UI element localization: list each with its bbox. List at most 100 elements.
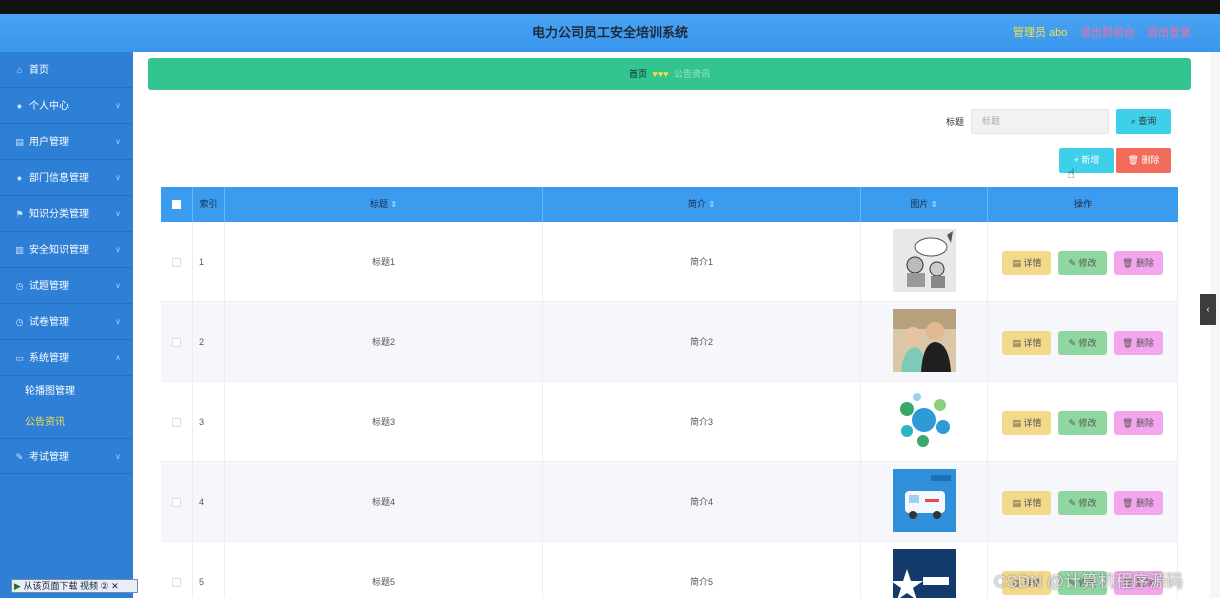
trash-icon: 🗑	[1127, 155, 1139, 165]
edit-button[interactable]: ✎ 修改	[1058, 330, 1107, 355]
delete-button[interactable]: 🗑 删除	[1113, 330, 1163, 355]
delete-button[interactable]: 🗑 删除	[1113, 250, 1163, 275]
edit-label: 修改	[1078, 417, 1097, 428]
system-submenu: 轮播图管理 公告资讯	[0, 376, 133, 438]
table-row: 1 标题1 简介1 ▤ 详情 ✎ 修改 🗑 删除	[161, 222, 1178, 302]
document-icon: ▤	[15, 137, 24, 147]
batch-delete-button[interactable]: 🗑 删除	[1116, 148, 1171, 173]
row-checkbox[interactable]	[172, 578, 181, 588]
detail-button[interactable]: ▤ 详情	[1002, 250, 1052, 275]
column-header-image[interactable]: 图片 ⇕	[861, 187, 988, 222]
edit-button[interactable]: ✎ 修改	[1058, 250, 1107, 275]
edit-label: 修改	[1078, 257, 1097, 268]
sidebar-item-department[interactable]: ● 部门信息管理 ∨	[0, 160, 133, 196]
clock-icon: ◷	[15, 317, 24, 327]
page-scrollbar[interactable]	[1210, 52, 1220, 598]
row-index: 1	[193, 222, 225, 301]
search-title-label: 标题	[946, 117, 965, 127]
sidebar-item-exam[interactable]: ✎ 考试管理 ∨	[0, 438, 133, 474]
video-download-label: 从该页面下载 视频	[23, 581, 98, 591]
delete-button[interactable]: 🗑 删除	[1113, 410, 1163, 435]
sort-icon: ⇕	[708, 200, 716, 209]
sidebar-item-home[interactable]: ⌂ 首页	[0, 52, 133, 88]
sidebar-item-safety-knowledge[interactable]: ▥ 安全知识管理 ∨	[0, 232, 133, 268]
delete-button[interactable]: 🗑 删除	[1113, 490, 1163, 515]
sidebar-item-label: 考试管理	[29, 452, 69, 463]
sidebar-item-label: 知识分类管理	[29, 209, 89, 220]
delete-label: 删除	[1135, 417, 1154, 428]
sidebar-item-label: 首页	[29, 65, 49, 76]
breadcrumb-current: 公告资讯	[674, 69, 711, 79]
column-header-title[interactable]: 标题 ⇕	[225, 187, 543, 222]
delete-label: 删除	[1135, 497, 1154, 508]
row-checkbox-cell	[161, 542, 193, 598]
chevron-down-icon: ∨	[115, 245, 121, 254]
breadcrumb-home[interactable]: 首页	[629, 69, 647, 79]
row-intro: 简介3	[543, 382, 861, 461]
people-photo-image	[893, 309, 956, 372]
table-row: 4 标题4 简介4 ▤ 详情 ✎ 修改 🗑 删除	[161, 462, 1178, 542]
sort-icon: ⇕	[390, 200, 398, 209]
detail-button[interactable]: ▤ 详情	[1002, 410, 1052, 435]
row-title: 标题4	[225, 462, 543, 541]
sidebar-subitem-carousel[interactable]: 轮播图管理	[0, 376, 133, 407]
detail-button[interactable]: ▤ 详情	[1002, 330, 1052, 355]
sidebar-item-knowledge-category[interactable]: ⚑ 知识分类管理 ∨	[0, 196, 133, 232]
query-button[interactable]: ⌕ 查询	[1116, 109, 1171, 134]
chevron-down-icon: ∨	[115, 452, 121, 461]
chevron-left-icon: ‹	[1206, 304, 1210, 314]
sidebar-item-questions[interactable]: ◷ 试题管理 ∨	[0, 268, 133, 304]
edit-button[interactable]: ✎ 修改	[1058, 490, 1107, 515]
detail-button[interactable]: ▤ 详情	[1002, 490, 1052, 515]
news-magazine-logo-image	[893, 549, 956, 598]
table-row: 2 标题2 简介2 ▤ 详情 ✎ 修改 🗑 删除	[161, 302, 1178, 382]
sidebar-item-papers[interactable]: ◷ 试卷管理 ∨	[0, 304, 133, 340]
sidebar-item-label: 个人中心	[29, 101, 69, 112]
sidebar-item-personal-center[interactable]: ● 个人中心 ∨	[0, 88, 133, 124]
row-title: 标题1	[225, 222, 543, 301]
chevron-down-icon: ∨	[115, 173, 121, 182]
row-actions: ▤ 详情 ✎ 修改 🗑 删除	[988, 382, 1178, 461]
row-index: 4	[193, 462, 225, 541]
row-checkbox[interactable]	[172, 338, 181, 348]
video-download-toolbar[interactable]: ▶ 从该页面下载 视频 ② ✕	[11, 579, 138, 593]
sidebar-subitem-announcements[interactable]: 公告资讯	[0, 407, 133, 438]
select-all-checkbox[interactable]	[172, 200, 181, 210]
ambulance-image	[893, 469, 956, 532]
chat-icon: ▭	[15, 353, 24, 363]
back-to-front-link[interactable]: 退出到前台	[1080, 14, 1135, 52]
heart-icon: ♥♥♥	[652, 69, 669, 79]
sidebar-item-system[interactable]: ▭ 系统管理 ∧	[0, 340, 133, 376]
plus-icon: +	[1073, 155, 1079, 165]
window-top-strip	[0, 0, 1220, 14]
column-header-intro[interactable]: 简介 ⇕	[543, 187, 861, 222]
edit-button[interactable]: ✎ 修改	[1058, 410, 1107, 435]
row-checkbox-cell	[161, 462, 193, 541]
logout-link[interactable]: 退出登录	[1147, 14, 1191, 52]
chevron-down-icon: ∨	[115, 209, 121, 218]
hand-cursor-icon: ☝	[1067, 166, 1075, 181]
delete-label: 删除	[1135, 257, 1154, 268]
row-checkbox[interactable]	[172, 258, 181, 268]
column-header-title-label: 标题	[369, 199, 388, 209]
row-checkbox[interactable]	[172, 418, 181, 428]
close-icon[interactable]: ✕	[111, 581, 119, 591]
admin-label: 管理员 abo	[1013, 27, 1068, 39]
row-image-cell	[861, 222, 988, 301]
row-title: 标题3	[225, 382, 543, 461]
row-checkbox-cell	[161, 222, 193, 301]
chevron-down-icon: ∨	[115, 101, 121, 110]
help-icon[interactable]: ②	[100, 581, 108, 591]
delete-label: 删除	[1135, 337, 1154, 348]
search-title-input[interactable]: 标题	[971, 109, 1109, 134]
row-checkbox[interactable]	[172, 498, 181, 508]
row-index: 3	[193, 382, 225, 461]
sidebar-item-label: 部门信息管理	[29, 173, 89, 184]
row-intro: 简介4	[543, 462, 861, 541]
detail-label: 详情	[1023, 417, 1042, 428]
search-icon: ⌕	[1130, 116, 1136, 126]
collapse-panel-tab[interactable]: ‹	[1200, 294, 1216, 325]
sidebar-item-user-management[interactable]: ▤ 用户管理 ∨	[0, 124, 133, 160]
play-icon: ▶	[14, 581, 21, 591]
app-header: 电力公司员工安全培训系统 管理员 abo 退出到前台 退出登录	[0, 14, 1220, 52]
